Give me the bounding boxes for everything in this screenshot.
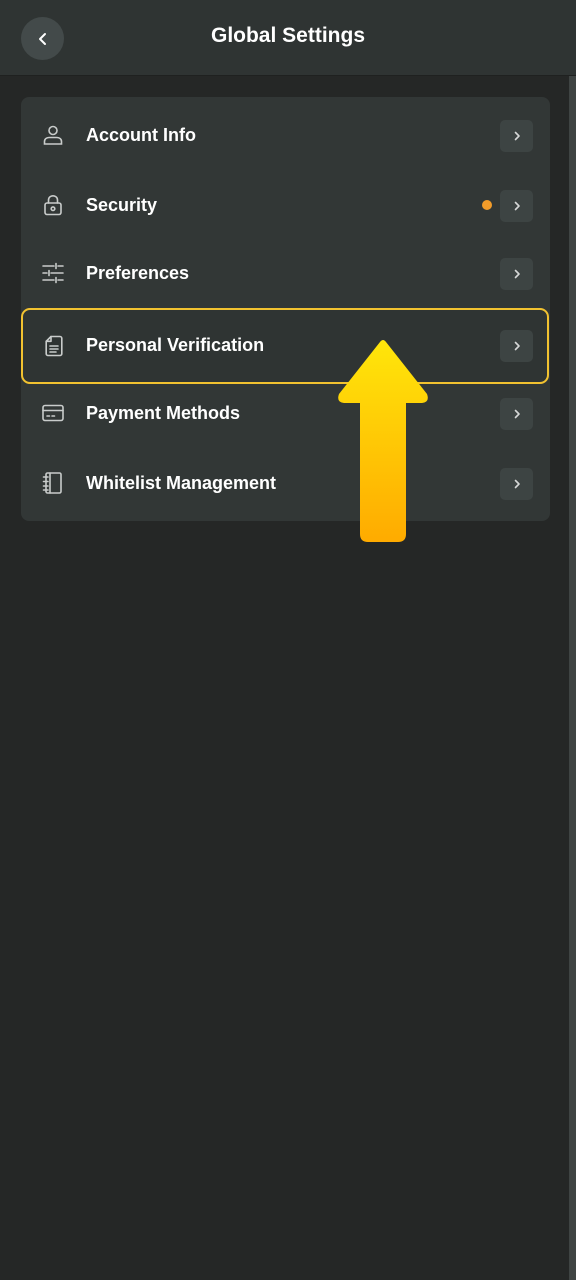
chevron-right-icon (512, 131, 522, 141)
chevron-right-icon (512, 269, 522, 279)
document-icon (42, 334, 66, 358)
user-icon (41, 123, 65, 147)
chevron-right-icon (512, 341, 522, 351)
menu-item-personal-verification[interactable]: Personal Verification (21, 308, 549, 384)
menu-item-label: Security (86, 195, 158, 215)
menu-item-security[interactable]: Security (21, 170, 550, 240)
chevron-left-icon (36, 32, 50, 46)
menu-item-label: Account Info (86, 125, 196, 145)
page-title: Global Settings (210, 24, 365, 47)
menu-item-account-info[interactable]: Account Info (21, 100, 550, 170)
chevron-right-button[interactable] (500, 468, 533, 500)
menu-item-label: Preferences (86, 263, 190, 283)
sliders-icon (41, 261, 65, 285)
menu-item-label: Payment Methods (86, 403, 241, 423)
chevron-right-button[interactable] (500, 398, 533, 430)
back-button[interactable] (21, 17, 64, 60)
menu-item-payment-methods[interactable]: Payment Methods (21, 378, 550, 448)
chevron-right-button[interactable] (500, 330, 533, 362)
chevron-right-icon (512, 479, 522, 489)
chevron-right-icon (512, 201, 522, 211)
lock-icon (41, 193, 65, 217)
menu-item-label: Personal Verification (86, 335, 265, 355)
top-bar: Global Settings (0, 0, 576, 76)
scrollbar[interactable] (569, 76, 576, 1280)
notebook-icon (41, 471, 65, 495)
chevron-right-button[interactable] (500, 190, 533, 222)
chevron-right-icon (512, 409, 522, 419)
credit-card-icon (41, 401, 65, 425)
menu-item-whitelist-management[interactable]: Whitelist Management (21, 448, 550, 518)
menu-item-label: Whitelist Management (86, 473, 277, 493)
scrollbar-thumb[interactable] (569, 76, 576, 1280)
chevron-right-button[interactable] (500, 120, 533, 152)
settings-list: Account Info Security Preferences Person… (21, 97, 550, 521)
chevron-right-button[interactable] (500, 258, 533, 290)
menu-item-preferences[interactable]: Preferences (21, 238, 550, 308)
notification-dot (482, 200, 492, 210)
up-arrow-icon (330, 336, 436, 546)
